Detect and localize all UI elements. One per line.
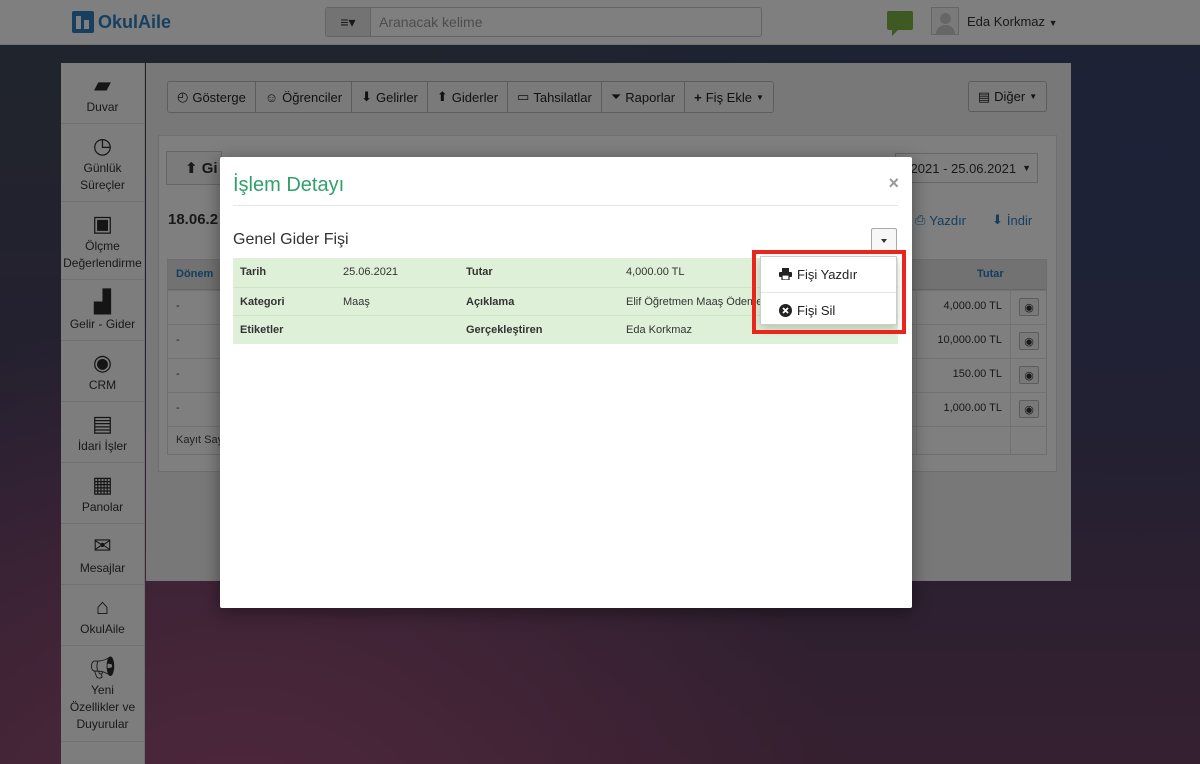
info-label: Etiketler — [240, 324, 284, 336]
info-value: Maaş — [343, 296, 370, 308]
info-value: 4,000.00 TL — [626, 266, 685, 278]
info-label: Gerçekleştiren — [466, 324, 543, 336]
info-value: Elif Öğretmen Maaş Ödemesi — [626, 296, 761, 308]
receipt-title: Genel Gider Fişi — [233, 231, 349, 248]
highlight-box — [752, 250, 906, 334]
transaction-detail-modal: İşlem Detayı × Genel Gider Fişi Tarih 25… — [220, 157, 912, 608]
info-label: Tutar — [466, 266, 493, 278]
info-label: Kategori — [240, 296, 285, 308]
info-value: 25.06.2021 — [343, 266, 399, 278]
info-label: Açıklama — [466, 296, 515, 308]
close-icon[interactable]: × — [888, 173, 899, 194]
modal-title: İşlem Detayı — [233, 174, 345, 196]
info-value: Eda Korkmaz — [626, 324, 693, 336]
divider — [233, 205, 898, 206]
info-label: Tarih — [240, 266, 267, 278]
